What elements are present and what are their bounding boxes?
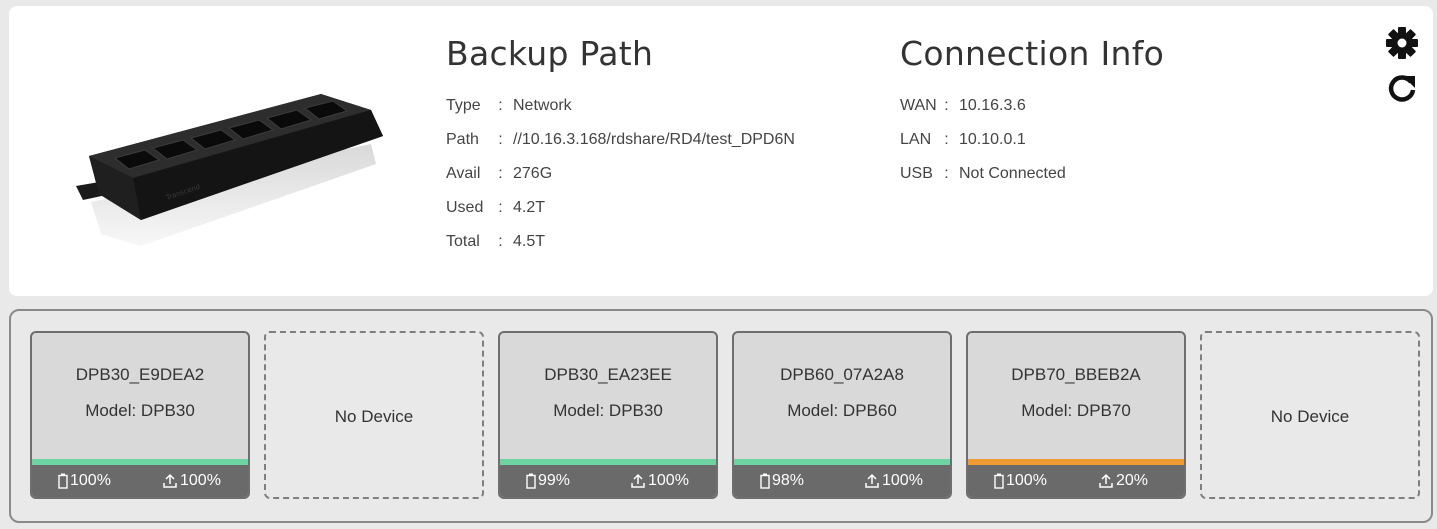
row-key: WAN xyxy=(900,97,937,114)
backup-row-path: Path: //10.16.3.168/rdshare/RD4/test_DPD6… xyxy=(446,123,795,157)
docking-station-image: Transcend xyxy=(76,94,383,246)
upload-icon xyxy=(1099,473,1113,488)
connection-info-title: Connection Info xyxy=(900,34,1165,73)
upload-percent: 100% xyxy=(882,472,923,489)
row-value: 4.2T xyxy=(513,199,546,216)
row-value: Not Connected xyxy=(959,165,1066,182)
battery-icon xyxy=(58,473,68,489)
row-key: USB xyxy=(900,165,933,182)
connection-info-section: Connection Info WAN:10.16.3.6 LAN:10.10.… xyxy=(900,34,1164,191)
row-value: 276G xyxy=(513,165,553,182)
battery-percent: 100% xyxy=(1006,472,1047,489)
row-value: 4.5T xyxy=(513,233,546,250)
device-slots-panel: DPB30_E9DEA2 Model: DPB30 100% 100% No D… xyxy=(9,309,1433,523)
empty-slot: No Device xyxy=(264,331,484,499)
battery-status: 98% xyxy=(760,472,804,490)
battery-icon xyxy=(994,473,1004,489)
device-status-bar: 99% 100% xyxy=(500,465,716,497)
device-name: DPB30_E9DEA2 xyxy=(75,365,205,384)
battery-percent: 100% xyxy=(70,472,111,489)
row-key: Path xyxy=(446,131,479,148)
device-status-bar: 100% 100% xyxy=(32,465,248,497)
connection-row-lan: LAN:10.10.0.1 xyxy=(900,123,1164,157)
device-status-bar: 98% 100% xyxy=(734,465,950,497)
battery-status: 100% xyxy=(58,472,111,490)
backup-row-type: Type: Network xyxy=(446,89,795,123)
no-device-label: No Device xyxy=(334,407,414,426)
device-slot[interactable]: DPB30_E9DEA2 Model: DPB30 100% 100% xyxy=(30,331,250,499)
upload-icon xyxy=(631,473,645,488)
battery-percent: 99% xyxy=(538,472,571,489)
row-separator: : xyxy=(944,131,949,148)
device-model: Model: DPB30 xyxy=(553,401,663,420)
upload-percent: 100% xyxy=(180,472,221,489)
device-model: Model: DPB70 xyxy=(1021,401,1131,420)
backup-path-section: Backup Path Type: Network Path: //10.16.3.… xyxy=(446,34,795,259)
row-value: Network xyxy=(513,97,572,114)
upload-status: 100% xyxy=(162,472,221,490)
backup-path-title: Backup Path xyxy=(446,34,654,73)
device-slot[interactable]: DPB70_BBEB2A Model: DPB70 100% 20% xyxy=(966,331,1186,499)
row-value: 10.16.3.6 xyxy=(959,97,1026,114)
device-name: DPB60_07A2A8 xyxy=(780,365,904,384)
upload-status: 100% xyxy=(864,472,923,490)
upload-status: 100% xyxy=(630,472,689,490)
upload-icon xyxy=(865,473,879,488)
backup-row-avail: Avail:276G xyxy=(446,157,795,191)
device-name: DPB70_BBEB2A xyxy=(1011,365,1141,384)
backup-row-total: Total:4.5T xyxy=(446,225,795,259)
connection-row-usb: USB: Not Connected xyxy=(900,157,1164,191)
row-separator: : xyxy=(944,165,949,182)
row-key: LAN xyxy=(900,131,932,148)
upload-icon xyxy=(163,473,177,488)
battery-icon xyxy=(526,473,536,489)
device-info-panel: Transcend Backup Path Type: Network Path:… xyxy=(9,6,1433,296)
row-key: Type xyxy=(446,97,481,114)
battery-status: 99% xyxy=(526,472,570,490)
row-separator: : xyxy=(944,97,949,114)
row-key: Used xyxy=(446,199,484,216)
row-key: Avail xyxy=(446,165,481,182)
row-key: Total xyxy=(446,233,480,250)
no-device-label: No Device xyxy=(1270,407,1350,426)
device-slot[interactable]: DPB60_07A2A8 Model: DPB60 98% 100% xyxy=(732,331,952,499)
row-separator: : xyxy=(498,199,503,216)
connection-row-wan: WAN:10.16.3.6 xyxy=(900,89,1164,123)
battery-percent: 98% xyxy=(772,472,805,489)
gear-icon[interactable] xyxy=(1385,26,1419,60)
row-separator: : xyxy=(498,131,503,148)
upload-status: 20% xyxy=(1098,472,1148,490)
row-separator: : xyxy=(498,233,503,250)
device-slot[interactable]: DPB30_EA23EE Model: DPB30 99% 100% xyxy=(498,331,718,499)
row-value: //10.16.3.168/rdshare/RD4/test_DPD6N xyxy=(513,131,795,148)
battery-icon xyxy=(760,473,770,489)
refresh-icon[interactable] xyxy=(1387,72,1417,104)
upload-percent: 100% xyxy=(648,472,689,489)
device-name: DPB30_EA23EE xyxy=(544,365,672,384)
empty-slot: No Device xyxy=(1200,331,1420,499)
row-separator: : xyxy=(498,97,503,114)
row-separator: : xyxy=(498,165,503,182)
device-status-bar: 100% 20% xyxy=(968,465,1184,497)
battery-status: 100% xyxy=(994,472,1047,490)
backup-row-used: Used:4.2T xyxy=(446,191,795,225)
row-value: 10.10.0.1 xyxy=(959,131,1026,148)
device-model: Model: DPB60 xyxy=(787,401,897,420)
upload-percent: 20% xyxy=(1116,472,1149,489)
device-model: Model: DPB30 xyxy=(85,401,195,420)
